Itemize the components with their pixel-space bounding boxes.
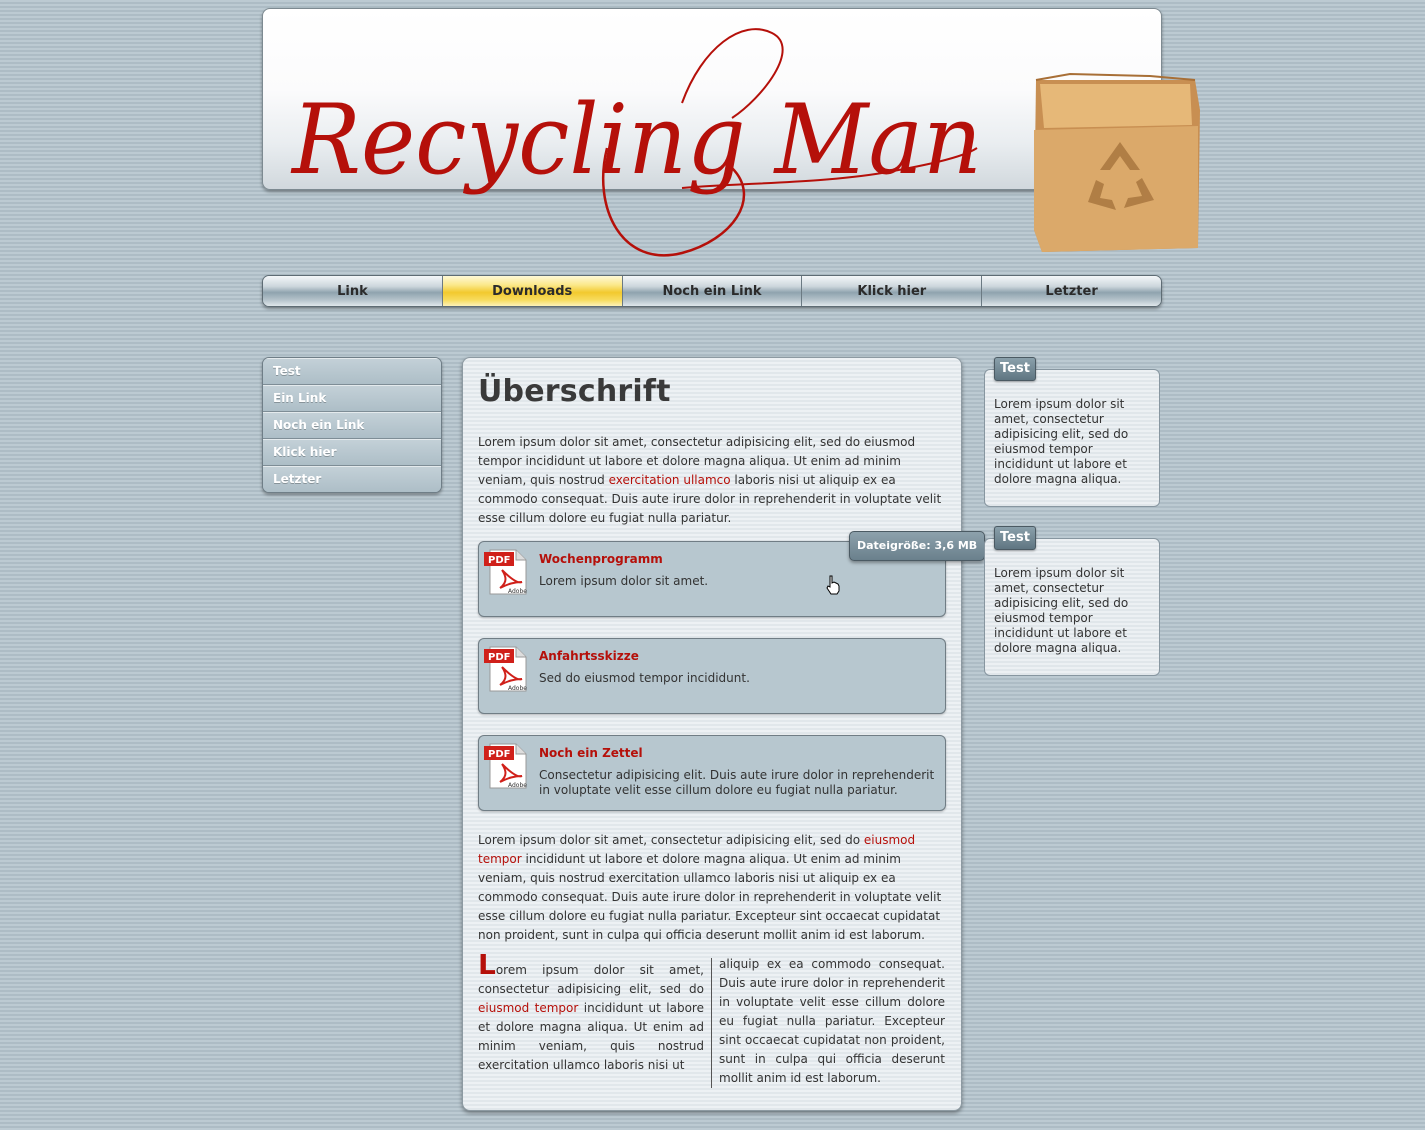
column-right: aliquip ex ea commodo consequat. Duis au… (719, 957, 945, 1085)
svg-text:Adobe: Adobe (508, 588, 527, 595)
col1-link[interactable]: eiusmod tempor (478, 1001, 578, 1015)
filesize-tooltip: Dateigröße: 3,6 MB (849, 531, 986, 561)
hand-cursor-icon (826, 575, 840, 595)
svg-text:PDF: PDF (488, 555, 510, 566)
main-nav: Link Downloads Noch ein Link Klick hier … (262, 275, 1162, 307)
side-item-noch-ein-link[interactable]: Noch ein Link (263, 411, 441, 438)
sidebar-box: Lorem ipsum dolor sit amet, consectetur … (984, 538, 1160, 676)
download-title[interactable]: Wochenprogramm (539, 552, 663, 566)
body-paragraph: Lorem ipsum dolor sit amet, consectetur … (478, 831, 946, 945)
side-item-letzter[interactable]: Letzter (263, 465, 441, 492)
para2-text-2: incididunt ut labore et dolore magna ali… (478, 852, 942, 942)
nav-link[interactable]: Link (263, 276, 442, 306)
dropcap: L (478, 948, 496, 981)
side-item-ein-link[interactable]: Ein Link (263, 384, 441, 411)
svg-text:PDF: PDF (488, 749, 510, 760)
pdf-icon: PDF Adobe (484, 743, 527, 789)
nav-klick-hier[interactable]: Klick hier (801, 276, 982, 306)
column-left: Lorem ipsum dolor sit amet, consectetur … (478, 951, 704, 1075)
recycling-bag-icon (1034, 72, 1200, 252)
download-item[interactable]: PDF Adobe Anfahrtsskizze Sed do eiusmod … (478, 638, 946, 714)
para2-text-1: Lorem ipsum dolor sit amet, consectetur … (478, 833, 864, 847)
page-title: Überschrift (478, 374, 671, 409)
sidebar-box-text: Lorem ipsum dolor sit amet, consectetur … (994, 566, 1129, 655)
side-item-klick-hier[interactable]: Klick hier (263, 438, 441, 465)
side-menu: Test Ein Link Noch ein Link Klick hier L… (262, 357, 442, 493)
sidebar-box-text: Lorem ipsum dolor sit amet, consectetur … (994, 397, 1129, 486)
intro-paragraph: Lorem ipsum dolor sit amet, consectetur … (478, 433, 946, 528)
svg-text:Adobe: Adobe (508, 685, 527, 692)
download-description: Lorem ipsum dolor sit amet. (539, 574, 709, 588)
nav-letzter[interactable]: Letzter (981, 276, 1161, 306)
logo-text: Recycling Man (290, 84, 982, 196)
nav-downloads[interactable]: Downloads (441, 276, 622, 306)
pdf-icon: PDF Adobe (484, 646, 527, 692)
download-description: Consectetur adipisicing elit. Duis aute … (539, 768, 935, 797)
site-logo[interactable]: Recycling Man (262, 8, 1222, 268)
download-description: Sed do eiusmod tempor incididunt. (539, 671, 750, 685)
side-item-test[interactable]: Test (263, 358, 441, 384)
intro-link[interactable]: exercitation ullamco (609, 473, 731, 487)
sidebar-box: Lorem ipsum dolor sit amet, consectetur … (984, 369, 1160, 507)
svg-text:PDF: PDF (488, 652, 510, 663)
column-divider (711, 958, 712, 1088)
nav-noch-ein-link[interactable]: Noch ein Link (621, 276, 802, 306)
col1-text-1: orem ipsum dolor sit amet, consectetur a… (478, 963, 704, 996)
download-title[interactable]: Anfahrtsskizze (539, 649, 639, 663)
download-item[interactable]: PDF Adobe Noch ein Zettel Consectetur ad… (478, 735, 946, 811)
svg-text:Adobe: Adobe (508, 782, 527, 789)
pdf-icon: PDF Adobe (484, 549, 527, 595)
sidebar-box-title: Test (994, 526, 1036, 550)
download-title[interactable]: Noch ein Zettel (539, 746, 643, 760)
sidebar-box-title: Test (994, 357, 1036, 381)
